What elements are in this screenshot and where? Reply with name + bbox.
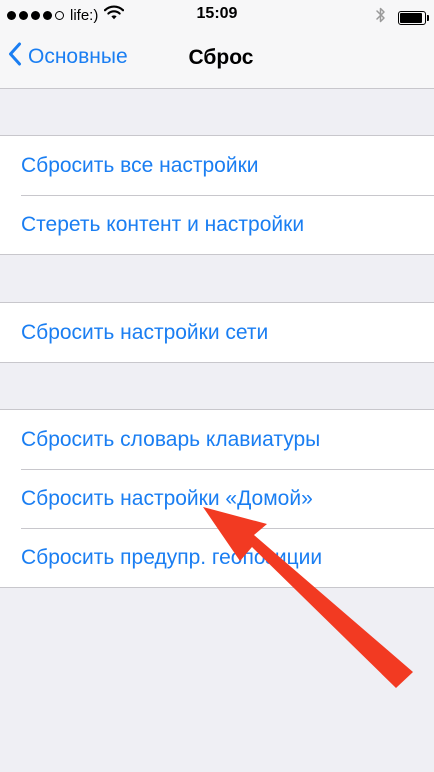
status-bar: life:) 15:09 (0, 0, 434, 30)
battery-level (400, 12, 423, 23)
reset-home-screen-layout-cell[interactable]: Сбросить настройки «Домой» (0, 469, 434, 528)
status-right (375, 6, 429, 29)
reset-all-settings-cell[interactable]: Сбросить все настройки (0, 136, 434, 195)
status-time: 15:09 (196, 5, 238, 22)
reset-network-settings-cell[interactable]: Сбросить настройки сети (0, 303, 434, 362)
battery-icon (398, 10, 429, 25)
page-title: Сброс (188, 46, 254, 69)
settings-group-reset-all: Сбросить все настройки Стереть контент и… (0, 135, 434, 255)
settings-group-other: Сбросить словарь клавиатуры Сбросить нас… (0, 409, 434, 588)
reset-keyboard-dictionary-cell[interactable]: Сбросить словарь клавиатуры (0, 410, 434, 469)
reset-location-warnings-cell[interactable]: Сбросить предупр. геопозиции (0, 528, 434, 587)
annotation-arrow (203, 507, 413, 688)
navigation-bar: Основные Сброс (0, 30, 434, 89)
erase-content-settings-cell[interactable]: Стереть контент и настройки (0, 195, 434, 254)
settings-group-network: Сбросить настройки сети (0, 302, 434, 363)
bluetooth-icon (375, 6, 386, 29)
